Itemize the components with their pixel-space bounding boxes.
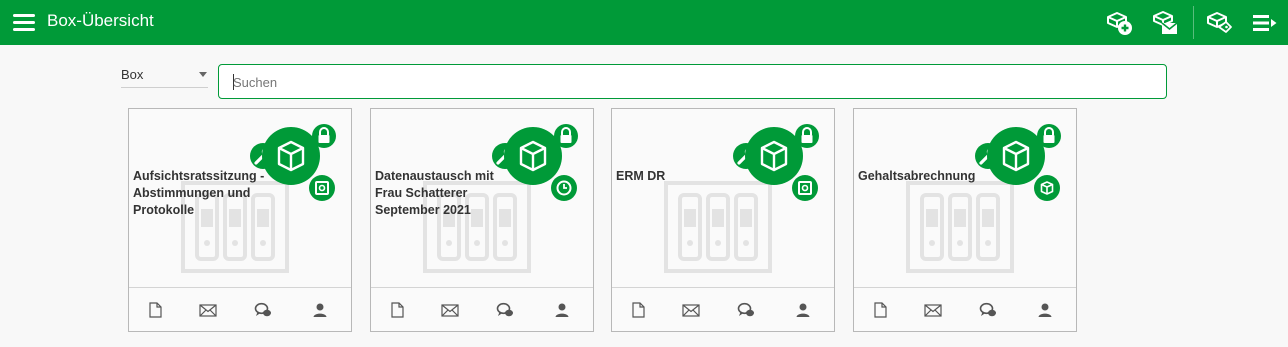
lock-icon xyxy=(1037,124,1061,148)
document-icon[interactable] xyxy=(629,302,647,318)
lock-icon xyxy=(554,124,578,148)
box-mail-icon[interactable] xyxy=(1151,10,1179,36)
document-icon[interactable] xyxy=(871,302,889,318)
box-card-actions xyxy=(129,287,351,331)
mail-icon[interactable] xyxy=(441,302,459,318)
box-status-icons xyxy=(975,124,1061,201)
box-add-icon[interactable] xyxy=(1105,10,1133,36)
top-bar: Box-Übersicht xyxy=(0,0,1288,45)
toolbar-separator xyxy=(1193,6,1194,39)
user-icon[interactable] xyxy=(1036,302,1054,318)
box-status-icons xyxy=(733,124,819,201)
box-tag-icon[interactable] xyxy=(1205,10,1233,36)
box-status-icons xyxy=(250,124,336,201)
box-card[interactable]: Gehaltsabrechnung xyxy=(853,108,1077,332)
mail-icon[interactable] xyxy=(682,302,700,318)
box-icon xyxy=(262,127,320,185)
list-menu-icon[interactable] xyxy=(1251,10,1279,36)
safe-icon xyxy=(792,175,818,201)
box-status-icons xyxy=(492,124,578,201)
user-icon[interactable] xyxy=(311,302,329,318)
box-card-actions xyxy=(371,287,593,331)
mail-icon[interactable] xyxy=(199,302,217,318)
box-card[interactable]: ERM DR xyxy=(611,108,835,332)
lock-icon xyxy=(795,124,819,148)
type-filter-value: Box xyxy=(121,67,144,82)
document-icon[interactable] xyxy=(146,302,164,318)
menu-icon[interactable] xyxy=(13,14,35,32)
user-icon[interactable] xyxy=(794,302,812,318)
box-card[interactable]: Datenaustausch mit Frau Schatterer Septe… xyxy=(370,108,594,332)
small-box-icon xyxy=(1034,175,1060,201)
page-title: Box-Übersicht xyxy=(47,11,154,30)
box-icon xyxy=(987,127,1045,185)
clock-icon xyxy=(551,175,577,201)
chevron-down-icon xyxy=(199,72,207,77)
box-card[interactable]: Aufsichtsratssitzung - Abstimmungen und … xyxy=(128,108,352,332)
safe-icon xyxy=(309,175,335,201)
box-card-actions xyxy=(612,287,834,331)
chat-icon[interactable] xyxy=(979,302,997,318)
lock-icon xyxy=(312,124,336,148)
search-input[interactable] xyxy=(233,73,1133,91)
type-filter-select[interactable]: Box xyxy=(121,64,208,88)
document-icon[interactable] xyxy=(388,302,406,318)
user-icon[interactable] xyxy=(553,302,571,318)
chat-icon[interactable] xyxy=(737,302,755,318)
mail-icon[interactable] xyxy=(924,302,942,318)
box-card-actions xyxy=(854,287,1076,331)
search-box[interactable] xyxy=(218,64,1167,99)
chat-icon[interactable] xyxy=(254,302,272,318)
chat-icon[interactable] xyxy=(496,302,514,318)
box-icon xyxy=(504,127,562,185)
box-icon xyxy=(745,127,803,185)
